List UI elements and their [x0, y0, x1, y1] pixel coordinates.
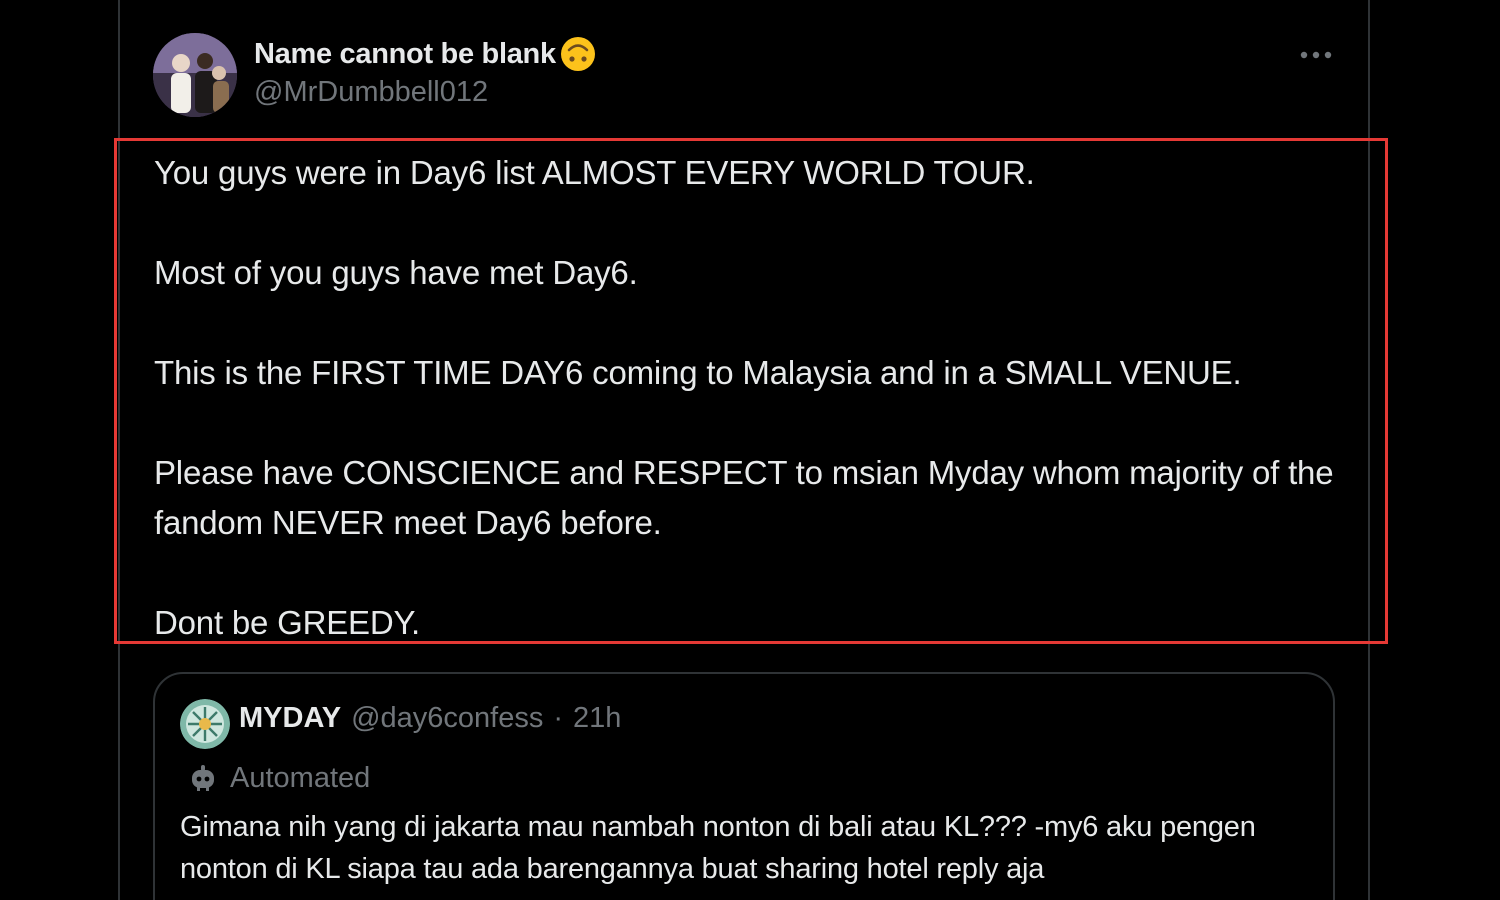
quoted-author-avatar[interactable] [180, 699, 230, 749]
highlight-annotation-box [114, 138, 1388, 644]
automated-label: Automated [230, 761, 371, 794]
quoted-author-name[interactable]: MYDAY [239, 702, 341, 735]
author-handle[interactable]: @MrDumbbell012 [254, 76, 488, 109]
quoted-tweet-header: MYDAY @day6confess · 21h [239, 702, 621, 746]
automated-label-row: Automated [188, 758, 370, 798]
bot-icon [192, 765, 214, 791]
more-dots-icon [1300, 51, 1332, 59]
myday-logo-icon [180, 699, 230, 749]
avatar-photo [153, 33, 237, 117]
meta-separator: · [553, 702, 564, 734]
tweet-page: Name cannot be blank @MrDumbbell012 You … [0, 0, 1500, 900]
quoted-tweet-time[interactable]: 21h [573, 702, 621, 735]
author-display-name[interactable]: Name cannot be blank [254, 38, 556, 71]
author-avatar[interactable] [153, 33, 237, 117]
quoted-tweet-text: Gimana nih yang di jakarta mau nambah no… [180, 811, 1256, 885]
quoted-author-handle[interactable]: @day6confess [351, 702, 543, 735]
more-options-button[interactable] [1296, 40, 1336, 70]
upside-down-face-emoji-icon [560, 37, 595, 71]
author-name-row[interactable]: Name cannot be blank [254, 34, 596, 74]
